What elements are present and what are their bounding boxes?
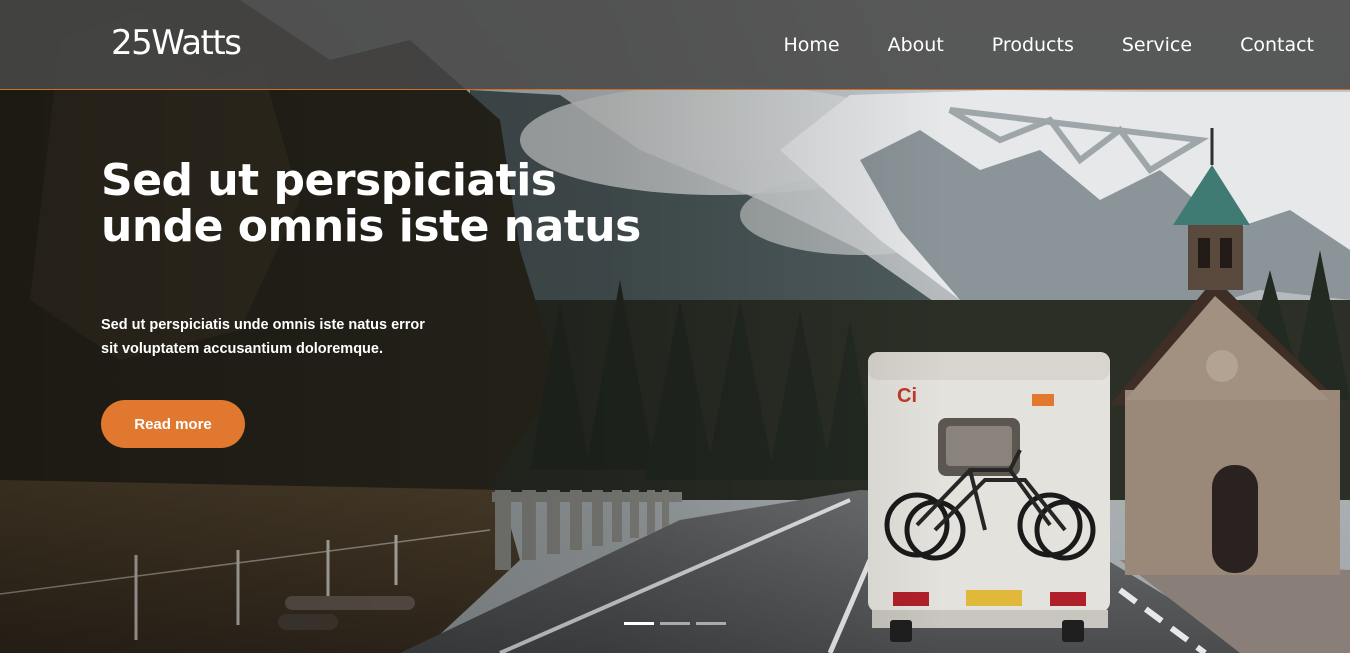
hero-headline: Sed ut perspiciatis unde omnis iste natus bbox=[101, 158, 721, 250]
nav-link-service[interactable]: Service bbox=[1122, 36, 1192, 55]
read-more-button[interactable]: Read more bbox=[101, 400, 245, 448]
slider-dot-3[interactable] bbox=[696, 622, 726, 625]
nav-link-products[interactable]: Products bbox=[992, 36, 1074, 55]
nav-link-home[interactable]: Home bbox=[784, 36, 840, 55]
hero-subtext-line-1: Sed ut perspiciatis unde omnis iste natu… bbox=[101, 317, 425, 333]
slider-indicators bbox=[624, 622, 726, 625]
main-navigation: Home About Products Service Contact bbox=[784, 36, 1315, 55]
site-header: 25Watts Home About Products Service Cont… bbox=[0, 0, 1350, 90]
slider-dot-2[interactable] bbox=[660, 622, 690, 625]
hero-headline-line-2: unde omnis iste natus bbox=[101, 201, 641, 252]
hero-subtext: Sed ut perspiciatis unde omnis iste natu… bbox=[101, 313, 461, 361]
nav-link-contact[interactable]: Contact bbox=[1240, 36, 1314, 55]
svg-text:Ci: Ci bbox=[897, 385, 917, 407]
hero-subtext-line-2: sit voluptatem accusantium doloremque. bbox=[101, 341, 383, 357]
nav-link-about[interactable]: About bbox=[888, 36, 944, 55]
hero-headline-line-1: Sed ut perspiciatis bbox=[101, 155, 557, 206]
slider-dot-1[interactable] bbox=[624, 622, 654, 625]
site-logo[interactable]: 25Watts bbox=[111, 26, 242, 60]
hero-section: Ci 25Watts Home About Products Service C… bbox=[0, 0, 1350, 653]
